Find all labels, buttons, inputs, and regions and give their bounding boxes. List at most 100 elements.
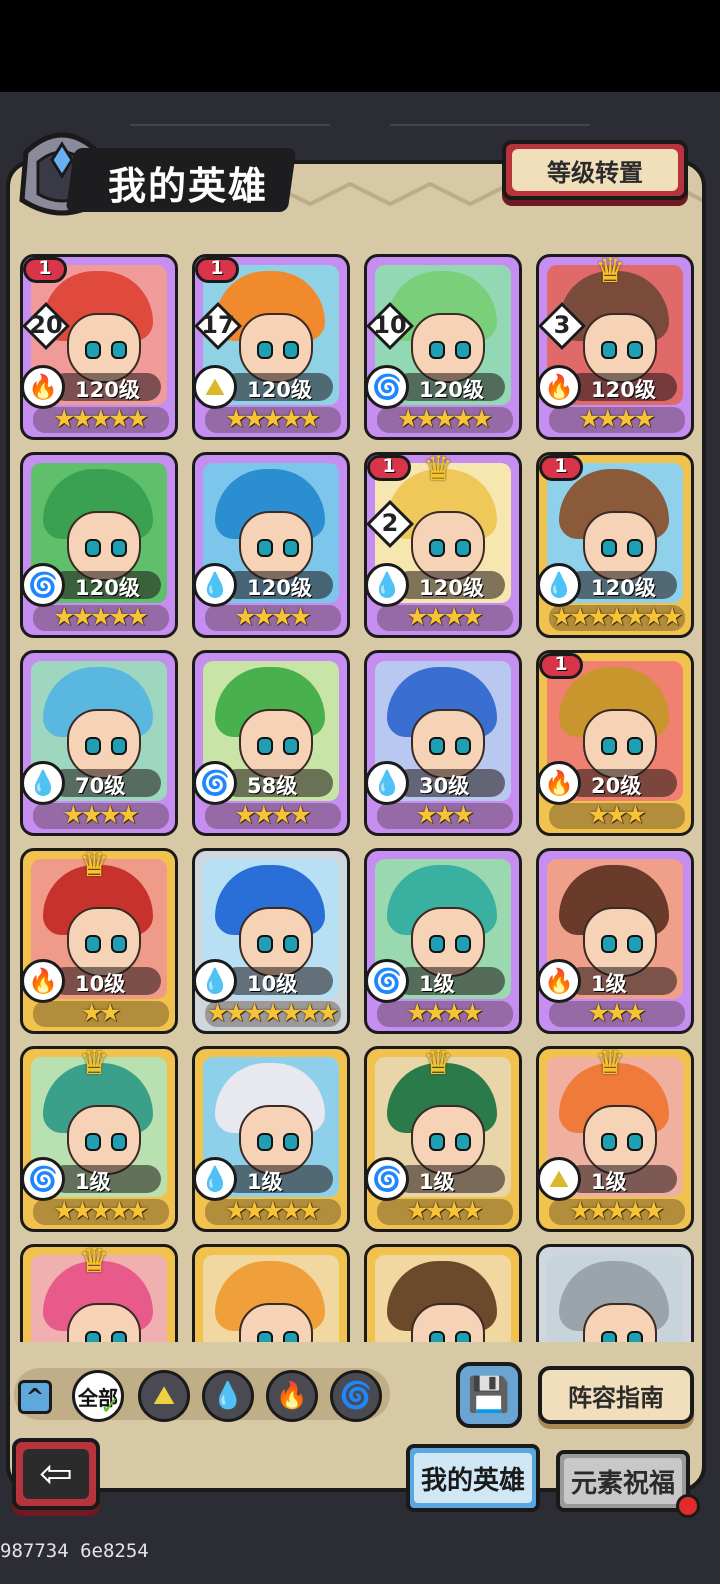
- hero-eye: [257, 539, 273, 557]
- hero-card[interactable]: 1 120级 💧 ★★★★★★★: [536, 452, 694, 638]
- hero-card[interactable]: ♛ 1级 ⛰ ★★★★★: [536, 1046, 694, 1232]
- copy-count-badge: 10: [367, 301, 415, 351]
- hero-eye: [455, 341, 471, 359]
- hero-card[interactable]: 1 20级 🔥 ★★★: [536, 650, 694, 836]
- hero-eye: [111, 341, 127, 359]
- hero-card[interactable]: ♛ 10级 🔥 ★★: [20, 848, 178, 1034]
- hero-card[interactable]: 30级 💧 ★★★: [364, 650, 522, 836]
- hero-card[interactable]: ♛ 1 2 120级 💧 ★★★★: [364, 452, 522, 638]
- hero-card[interactable]: ♛: [20, 1244, 178, 1342]
- wind-element-icon: 🌀: [367, 959, 409, 1003]
- hero-eye: [455, 935, 471, 953]
- hero-card[interactable]: 120级 💧 ★★★★: [192, 452, 350, 638]
- filter-fire-button[interactable]: 🔥: [266, 1370, 318, 1422]
- wind-icon: 🌀: [339, 1381, 373, 1411]
- tab-my-heroes[interactable]: 我的英雄: [406, 1444, 540, 1512]
- rank-badge: 1: [539, 455, 587, 485]
- lineup-guide-button[interactable]: 阵容指南: [538, 1366, 694, 1424]
- hero-eye: [111, 1331, 127, 1342]
- wind-element-icon: 🌀: [23, 563, 65, 607]
- hero-eye: [455, 737, 471, 755]
- hero-eye: [627, 1133, 643, 1151]
- hero-stars: ★★★★: [62, 800, 140, 829]
- collapse-button[interactable]: ^: [18, 1380, 52, 1414]
- water-element-icon: 💧: [195, 1157, 237, 1201]
- hero-card[interactable]: 10 120级 🌀 ★★★★★: [364, 254, 522, 440]
- hero-card[interactable]: [192, 1244, 350, 1342]
- water-element-icon: 💧: [23, 761, 65, 805]
- hero-card[interactable]: 1级 🔥 ★★★: [536, 848, 694, 1034]
- rank-value: 1: [554, 653, 568, 675]
- hero-card[interactable]: ♛ 1级 🌀 ★★★★: [364, 1046, 522, 1232]
- fire-element-icon: 🔥: [23, 959, 65, 1003]
- tab-element-blessing[interactable]: 元素祝福: [556, 1450, 690, 1512]
- back-button[interactable]: ⇦: [12, 1438, 100, 1510]
- hero-eye: [455, 1331, 471, 1342]
- hero-level: 120级: [247, 378, 312, 402]
- hero-eye: [429, 737, 445, 755]
- copy-count-value: 17: [201, 311, 235, 339]
- hero-eye: [429, 935, 445, 953]
- filter-water-button[interactable]: 💧: [202, 1370, 254, 1422]
- hero-card[interactable]: [364, 1244, 522, 1342]
- hero-card[interactable]: 1 20 120级 🔥 ★★★★★: [20, 254, 178, 440]
- rank-badge: 1: [23, 257, 71, 287]
- hero-eye: [627, 935, 643, 953]
- hero-card[interactable]: ♛ 3 120级 🔥 ★★★★: [536, 254, 694, 440]
- build-id: 987734 6e8254: [0, 1540, 149, 1562]
- hero-eye: [257, 1331, 273, 1342]
- earth-element-icon: ⛰: [195, 365, 237, 409]
- hero-card[interactable]: 1级 🌀 ★★★★: [364, 848, 522, 1034]
- hero-stars: ★★★★: [578, 404, 656, 433]
- hero-eye: [283, 341, 299, 359]
- filter-earth-button[interactable]: ⛰: [138, 1370, 190, 1422]
- hero-eye: [429, 341, 445, 359]
- water-element-icon: 💧: [367, 563, 409, 607]
- earth-icon: ⛰: [153, 1380, 175, 1411]
- hero-level: 1级: [419, 972, 455, 996]
- hero-eye: [601, 935, 617, 953]
- wind-element-icon: 🌀: [23, 1157, 65, 1201]
- hero-card[interactable]: 120级 🌀 ★★★★★: [20, 452, 178, 638]
- hero-level: 120级: [419, 576, 484, 600]
- hero-eye: [85, 737, 101, 755]
- hero-card[interactable]: 1级 💧 ★★★★★: [192, 1046, 350, 1232]
- hero-level: 70级: [75, 774, 126, 798]
- hero-eye: [601, 341, 617, 359]
- save-lineup-button[interactable]: 💾: [456, 1362, 522, 1428]
- fire-element-icon: 🔥: [23, 365, 65, 409]
- hero-stars: ★★★★★: [52, 404, 149, 433]
- hero-stars: ★★★: [587, 800, 646, 829]
- crown-icon: ♛: [595, 254, 626, 291]
- copy-count-badge: 17: [195, 301, 243, 351]
- hero-eye: [283, 1133, 299, 1151]
- hero-card[interactable]: 70级 💧 ★★★★: [20, 650, 178, 836]
- hero-card[interactable]: 58级 🌀 ★★★★: [192, 650, 350, 836]
- hero-card[interactable]: ♛ 1级 🌀 ★★★★★: [20, 1046, 178, 1232]
- water-element-icon: 💧: [367, 761, 409, 805]
- floppy-disk-icon: 💾: [467, 1375, 511, 1415]
- copy-count-value: 10: [373, 311, 407, 339]
- rank-value: 1: [210, 257, 224, 279]
- hero-face: [583, 1303, 657, 1342]
- hero-card[interactable]: 10级 💧 ★★★★★★★: [192, 848, 350, 1034]
- hero-card[interactable]: 1 17 120级 ⛰ ★★★★★: [192, 254, 350, 440]
- fire-element-icon: 🔥: [539, 761, 581, 805]
- rank-badge: 1: [367, 455, 415, 485]
- hero-eye: [257, 935, 273, 953]
- hero-eye: [111, 935, 127, 953]
- fire-icon: 🔥: [275, 1381, 309, 1411]
- hero-stars: ★★★: [587, 998, 646, 1027]
- hero-stars: ★★★★★: [52, 1196, 149, 1225]
- hero-card[interactable]: [536, 1244, 694, 1342]
- hero-level: 1级: [75, 1170, 111, 1194]
- hero-stars: ★★★: [415, 800, 474, 829]
- grade-transfer-button[interactable]: 等级转置: [502, 140, 688, 200]
- hero-stars: ★★★★★: [568, 1196, 665, 1225]
- hero-level: 120级: [419, 378, 484, 402]
- hero-level: 20级: [591, 774, 642, 798]
- filter-wind-button[interactable]: 🌀: [330, 1370, 382, 1422]
- hero-eye: [429, 539, 445, 557]
- checkmark-icon: ✓: [100, 1392, 121, 1420]
- back-arrow-icon: ⇦: [23, 1449, 89, 1499]
